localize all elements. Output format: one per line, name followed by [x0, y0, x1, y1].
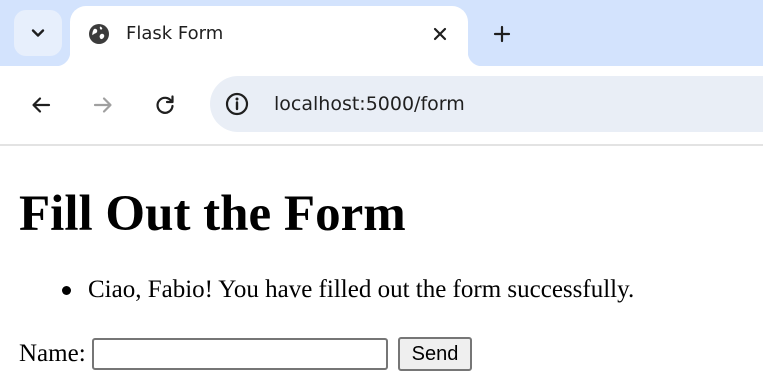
- name-input[interactable]: [91, 338, 388, 370]
- name-label: Name:: [19, 340, 86, 367]
- arrow-left-icon: [32, 97, 51, 113]
- arrow-right-icon: [93, 97, 112, 113]
- tab-flask-form[interactable]: Flask Form: [56, 6, 482, 66]
- tab-title: Flask Form: [126, 23, 224, 44]
- flash-message-text: Ciao, Fabio! You have filled out the for…: [88, 276, 635, 303]
- site-info-button[interactable]: [224, 91, 250, 117]
- new-tab-button[interactable]: [486, 18, 518, 50]
- back-button[interactable]: [26, 90, 56, 120]
- flash-messages: Ciao, Fabio! You have filled out the for…: [60, 274, 634, 306]
- browser-window: Flask Form localhost:5000/form Fill Out …: [0, 0, 763, 375]
- plus-icon: [493, 25, 511, 43]
- forward-button[interactable]: [88, 90, 118, 120]
- url-text[interactable]: localhost:5000/form: [274, 90, 465, 118]
- info-icon: [225, 92, 249, 116]
- tab-search-button[interactable]: [14, 10, 62, 56]
- browser-toolbar: localhost:5000/form: [0, 66, 763, 146]
- tab-strip: Flask Form: [0, 0, 763, 66]
- reload-button[interactable]: [150, 90, 180, 120]
- chevron-down-icon: [31, 29, 45, 37]
- name-form: Name: Send: [19, 336, 473, 372]
- page-title: Fill Out the Form: [19, 186, 406, 242]
- globe-icon: [89, 24, 109, 44]
- send-button[interactable]: Send: [397, 337, 473, 371]
- tab-close-button[interactable]: [428, 22, 452, 46]
- bullet-icon: [62, 286, 71, 295]
- address-bar[interactable]: localhost:5000/form: [210, 76, 763, 132]
- page-content: Fill Out the Form Ciao, Fabio! You have …: [0, 146, 763, 375]
- close-icon: [433, 27, 447, 41]
- reload-icon: [156, 95, 174, 114]
- flash-message: Ciao, Fabio! You have filled out the for…: [60, 274, 634, 306]
